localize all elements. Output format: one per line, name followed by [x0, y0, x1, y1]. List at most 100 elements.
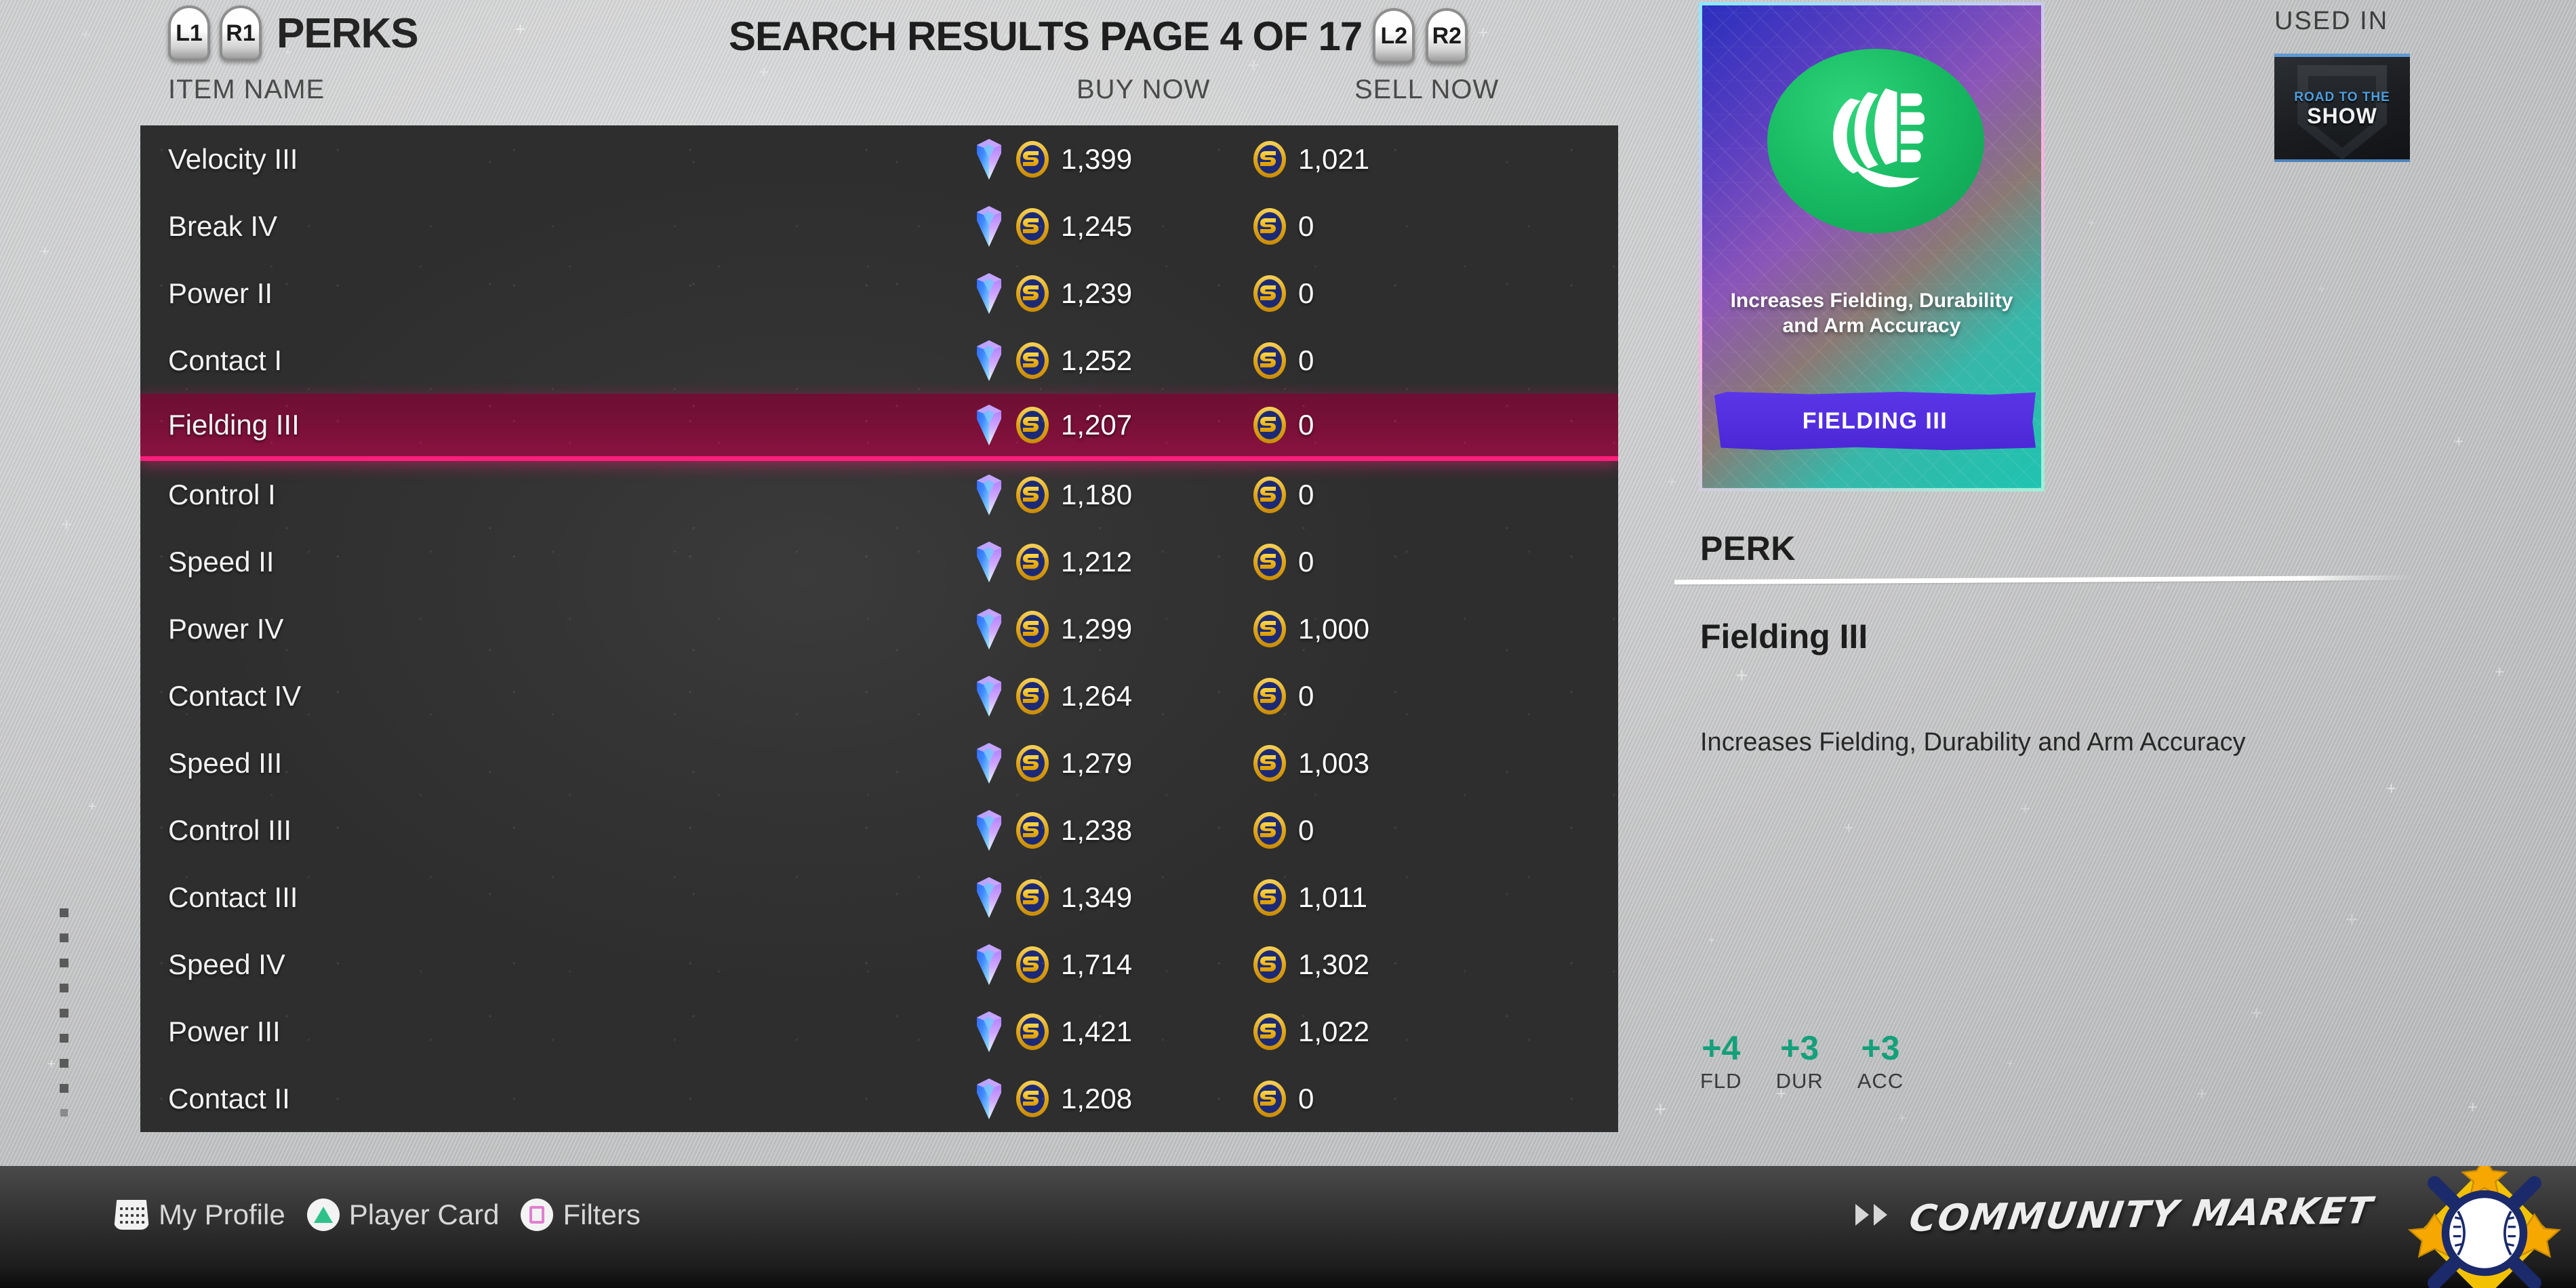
buy-now-cell: 1,207: [974, 404, 1132, 446]
item-name: Contact I: [168, 344, 283, 376]
sell-price: 0: [1298, 344, 1314, 376]
table-row[interactable]: Power II 1,239 0: [140, 260, 1618, 327]
fast-forward-icon: [1855, 1203, 1888, 1226]
gem-icon: [974, 944, 1004, 986]
table-row[interactable]: Velocity III 1,399 1,021: [140, 125, 1618, 193]
table-row[interactable]: Control III 1,238 0: [140, 797, 1618, 864]
stub-icon: [1015, 744, 1050, 783]
column-header-item-name: ITEM NAME: [168, 75, 325, 104]
page-title: PERKS: [277, 9, 419, 57]
bottom-actions: My Profile Player Card Filters: [114, 1199, 653, 1231]
stub-icon: [1252, 1012, 1287, 1051]
sell-now-cell: 0: [1252, 542, 1314, 582]
buy-now-cell: 1,238: [974, 809, 1132, 851]
scroll-dot[interactable]: [60, 1109, 68, 1116]
gem-icon: [974, 1011, 1004, 1053]
buy-price: 1,399: [1061, 142, 1133, 175]
detail-item-description: Increases Fielding, Durability and Arm A…: [1700, 728, 2246, 757]
scroll-dot[interactable]: [60, 1084, 68, 1093]
stub-icon: [1015, 1079, 1050, 1119]
table-row[interactable]: Power IV 1,299 1,000: [140, 595, 1618, 662]
scroll-dot[interactable]: [60, 908, 68, 917]
attribute-value: +3: [1780, 1029, 1819, 1067]
scroll-dot[interactable]: [60, 1059, 68, 1068]
table-row[interactable]: Speed III 1,279 1,003: [140, 729, 1618, 797]
card-banner-label: FIELDING III: [1802, 407, 1948, 434]
used-in-mode-tile[interactable]: ROAD TO THE SHOW: [2274, 54, 2410, 162]
bottom-action-filters[interactable]: Filters: [521, 1199, 641, 1231]
bottom-action-player-card[interactable]: Player Card: [306, 1199, 500, 1231]
item-name: Fielding III: [168, 409, 300, 441]
table-row[interactable]: Contact I 1,252 0: [140, 327, 1618, 394]
sell-now-cell: 0: [1252, 811, 1314, 850]
stub-icon: [1015, 341, 1050, 380]
scroll-dot[interactable]: [60, 1009, 68, 1018]
card-name-banner: FIELDING III: [1714, 392, 2036, 450]
baseball-glove-icon: [1767, 49, 1984, 233]
top-header: L1 R1 PERKS SEARCH RESULTS PAGE 4 OF 17 …: [0, 0, 2576, 104]
gem-icon: [974, 608, 1004, 650]
sell-now-cell: 0: [1252, 274, 1314, 313]
table-row[interactable]: Speed IV 1,714 1,302: [140, 931, 1618, 998]
scroll-dot[interactable]: [60, 933, 68, 942]
scroll-position-indicator[interactable]: [60, 908, 68, 1116]
table-row[interactable]: Contact III 1,349 1,011: [140, 864, 1618, 931]
gem-icon: [974, 404, 1004, 446]
buy-now-cell: 1,245: [974, 205, 1132, 247]
stub-icon: [1252, 207, 1287, 246]
table-row[interactable]: Break IV 1,245 0: [140, 193, 1618, 260]
buy-price: 1,239: [1061, 277, 1133, 309]
trigger-l2-button[interactable]: L2: [1373, 8, 1415, 64]
item-name: Control I: [168, 478, 276, 510]
sell-now-cell: 1,302: [1252, 945, 1369, 984]
stub-icon: [1252, 274, 1287, 313]
buy-now-cell: 1,299: [974, 608, 1132, 650]
scroll-dot[interactable]: [60, 984, 68, 992]
stub-icon: [1015, 677, 1050, 716]
scroll-dot[interactable]: [60, 1034, 68, 1043]
column-header-buy-now: BUY NOW: [1076, 75, 1211, 104]
bumper-r1-button[interactable]: R1: [220, 5, 262, 61]
sell-now-cell: 1,011: [1252, 878, 1367, 917]
item-name: Control III: [168, 813, 292, 846]
item-name: Contact IV: [168, 679, 302, 712]
buy-now-cell: 1,279: [974, 742, 1132, 784]
item-name: Break IV: [168, 209, 278, 242]
bottom-action-label: My Profile: [159, 1199, 285, 1230]
sell-now-cell: 1,022: [1252, 1012, 1369, 1051]
trigger-r2-button[interactable]: R2: [1426, 8, 1468, 64]
sell-price: 0: [1298, 545, 1314, 578]
stub-icon: [1252, 542, 1287, 582]
card-description: Increases Fielding, Durability and Arm A…: [1730, 289, 2013, 337]
buy-now-cell: 1,264: [974, 675, 1132, 717]
table-row[interactable]: Power III 1,421 1,022: [140, 998, 1618, 1065]
scroll-dot[interactable]: [60, 959, 68, 967]
gem-icon: [974, 675, 1004, 717]
category-header-group: L1 R1 PERKS: [168, 5, 419, 61]
bumper-l1-button[interactable]: L1: [168, 5, 210, 61]
ps-triangle-icon: [306, 1199, 340, 1231]
sell-now-cell: 0: [1252, 405, 1314, 445]
table-row[interactable]: Control I 1,180 0: [140, 461, 1618, 528]
attribute-list: +4 FLD +3 DUR +3 ACC: [1700, 1030, 1904, 1093]
table-row[interactable]: Speed II 1,212 0: [140, 528, 1618, 595]
attribute-value: +4: [1702, 1029, 1741, 1067]
bottom-action-my-profile[interactable]: My Profile: [114, 1199, 285, 1231]
stub-icon: [1252, 1079, 1287, 1119]
table-row[interactable]: Contact IV 1,264 0: [140, 662, 1618, 729]
sell-price: 0: [1298, 209, 1314, 242]
stub-icon: [1252, 140, 1287, 179]
stub-icon: [1252, 945, 1287, 984]
used-in-tile-line2: SHOW: [2307, 103, 2377, 128]
bottom-action-label: Player Card: [348, 1199, 500, 1230]
sell-now-cell: 0: [1252, 1079, 1314, 1119]
column-header-sell-now: SELL NOW: [1354, 75, 1500, 104]
buy-price: 1,238: [1061, 813, 1133, 846]
table-row-selected[interactable]: Fielding III 1,207 0: [140, 394, 1618, 461]
gem-icon: [974, 809, 1004, 851]
table-row[interactable]: Contact II 1,208 0: [140, 1065, 1618, 1132]
sell-price: 0: [1298, 679, 1314, 712]
search-results-list[interactable]: Velocity III 1,399 1,021 Break IV 1,245 …: [140, 125, 1618, 1132]
buy-price: 1,349: [1061, 881, 1133, 913]
attribute-label: DUR: [1775, 1068, 1824, 1093]
